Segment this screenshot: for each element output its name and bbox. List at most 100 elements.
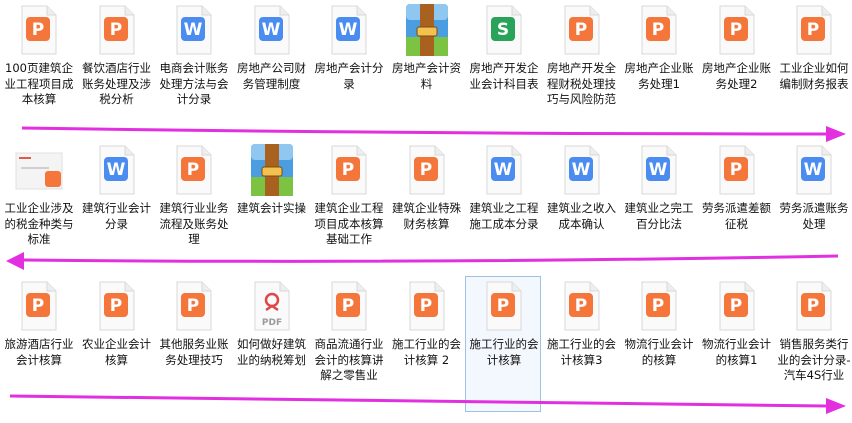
file-name: 商品流通行业会计的核算讲解之零售业 [314, 337, 384, 382]
arrow-line [21, 126, 827, 136]
svg-text:P: P [32, 296, 44, 316]
file-name: 旅游酒店行业会计核算 [4, 337, 74, 367]
file-item[interactable]: P 工业企业如何编制财务报表 [775, 0, 851, 136]
arrow-head [826, 126, 846, 142]
svg-text:P: P [419, 160, 431, 180]
file-name: 施工行业的会计核算 2 [392, 337, 461, 367]
file-name: 建筑行业业务流程及账务处理 [159, 201, 229, 246]
file-name: 其他服务业账务处理技巧 [159, 337, 229, 367]
svg-text:P: P [574, 20, 586, 40]
file-name: 建筑企业工程项目成本核算基础工作 [314, 201, 384, 246]
file-item[interactable]: W 房地产公司财务管理制度 [233, 0, 309, 136]
svg-text:W: W [571, 160, 590, 180]
word-file-icon: W [329, 5, 369, 55]
file-name: 房地产公司财务管理制度 [237, 61, 306, 91]
ppt-file-icon: P [174, 281, 214, 331]
svg-text:P: P [497, 296, 509, 316]
file-name: 房地产会计资料 [392, 61, 461, 91]
annotation-arrow-row1 [0, 120, 852, 144]
file-item[interactable]: P 100页建筑企业工程项目成本核算 [0, 0, 76, 136]
image-thumbnail-icon [15, 149, 63, 199]
file-name: 100页建筑企业工程项目成本核算 [4, 61, 74, 106]
ppt-file-icon: P [639, 5, 679, 55]
file-name: 销售服务类行业的会计分录-汽车4S行业 [777, 337, 851, 382]
file-name: 房地产开发全程财税处理技巧与风险防范 [547, 61, 616, 106]
ppt-file-icon: P [717, 281, 757, 331]
svg-text:P: P [419, 296, 431, 316]
svg-text:W: W [184, 20, 203, 40]
pdf-file-icon: PDF [252, 281, 292, 331]
file-name: 物流行业会计的核算1 [702, 337, 771, 367]
ppt-file-icon: P [174, 145, 214, 195]
svg-text:P: P [807, 296, 819, 316]
archive-file-icon [250, 143, 293, 196]
file-name: 物流行业会计的核算 [624, 337, 694, 367]
ppt-file-icon: P [407, 145, 447, 195]
svg-text:P: P [109, 296, 121, 316]
word-file-icon: W [562, 145, 602, 195]
svg-text:PDF: PDF [261, 318, 281, 328]
svg-text:W: W [494, 160, 513, 180]
file-name: 建筑业之完工百分比法 [624, 201, 694, 231]
ppt-file-icon: P [19, 281, 59, 331]
annotation-arrow-row3 [0, 390, 852, 414]
svg-text:W: W [106, 160, 125, 180]
file-item[interactable]: P 房地产企业账务处理2 [698, 0, 774, 136]
file-item[interactable]: W 房地产会计分录 [310, 0, 386, 136]
file-name: 如何做好建筑业的纳税筹划 [237, 337, 306, 367]
svg-text:P: P [652, 20, 664, 40]
svg-text:P: P [109, 20, 121, 40]
svg-text:P: P [574, 296, 586, 316]
word-file-icon: W [252, 5, 292, 55]
ppt-file-icon: P [19, 5, 59, 55]
file-item[interactable]: 房地产会计资料 [388, 0, 464, 136]
file-name: 建筑业之收入成本确认 [547, 201, 616, 231]
file-name: 施工行业的会计核算3 [547, 337, 616, 367]
file-name: 餐饮酒店行业账务处理及涉税分析 [82, 61, 151, 106]
file-name: 劳务派遣账务处理 [779, 201, 849, 231]
file-item[interactable]: P 餐饮酒店行业账务处理及涉税分析 [78, 0, 154, 136]
file-name: 房地产企业账务处理2 [702, 61, 771, 91]
svg-text:W: W [649, 160, 668, 180]
file-name: 房地产企业账务处理1 [624, 61, 694, 91]
spreadsheet-file-icon: S [484, 5, 524, 55]
ppt-file-icon: P [562, 281, 602, 331]
word-file-icon: W [639, 145, 679, 195]
word-file-icon: W [97, 145, 137, 195]
ppt-file-icon: P [639, 281, 679, 331]
file-name: 劳务派遣差额征税 [702, 201, 771, 231]
svg-text:S: S [497, 20, 509, 40]
svg-text:W: W [804, 160, 823, 180]
svg-text:P: P [187, 160, 199, 180]
arrow-head [6, 252, 24, 270]
ppt-file-icon: P [484, 281, 524, 331]
svg-text:P: P [187, 296, 199, 316]
file-grid: P 100页建筑企业工程项目成本核算 P 餐饮酒店行业账务处理及涉税分析 W 电商会计账务… [0, 0, 852, 423]
file-name: 工业企业涉及的税金种类与标准 [4, 201, 74, 246]
ppt-file-icon: P [329, 145, 369, 195]
file-name: 建筑会计实操 [237, 201, 306, 215]
ppt-file-icon: P [562, 5, 602, 55]
file-item[interactable]: P 房地产开发全程财税处理技巧与风险防范 [543, 0, 619, 136]
file-name: 建筑业之工程施工成本分录 [469, 201, 539, 231]
svg-text:P: P [807, 20, 819, 40]
file-name: 农业企业会计核算 [82, 337, 151, 367]
ppt-file-icon: P [329, 281, 369, 331]
file-name: 建筑企业特殊财务核算 [392, 201, 461, 231]
ppt-file-icon: P [97, 281, 137, 331]
file-item[interactable]: S 房地产开发企业会计科目表 [465, 0, 541, 136]
ppt-file-icon: P [407, 281, 447, 331]
ppt-file-icon: P [794, 5, 834, 55]
word-file-icon: W [794, 145, 834, 195]
arrow-line [9, 394, 827, 408]
file-item[interactable]: W 电商会计账务处理方法与会计分录 [155, 0, 231, 136]
svg-text:P: P [729, 160, 741, 180]
file-name: 房地产会计分录 [314, 61, 384, 91]
svg-text:P: P [729, 20, 741, 40]
svg-text:W: W [261, 20, 280, 40]
file-item[interactable]: P 房地产企业账务处理1 [620, 0, 696, 136]
ppt-file-icon: P [794, 281, 834, 331]
svg-text:P: P [342, 296, 354, 316]
svg-text:P: P [729, 296, 741, 316]
word-file-icon: W [174, 5, 214, 55]
